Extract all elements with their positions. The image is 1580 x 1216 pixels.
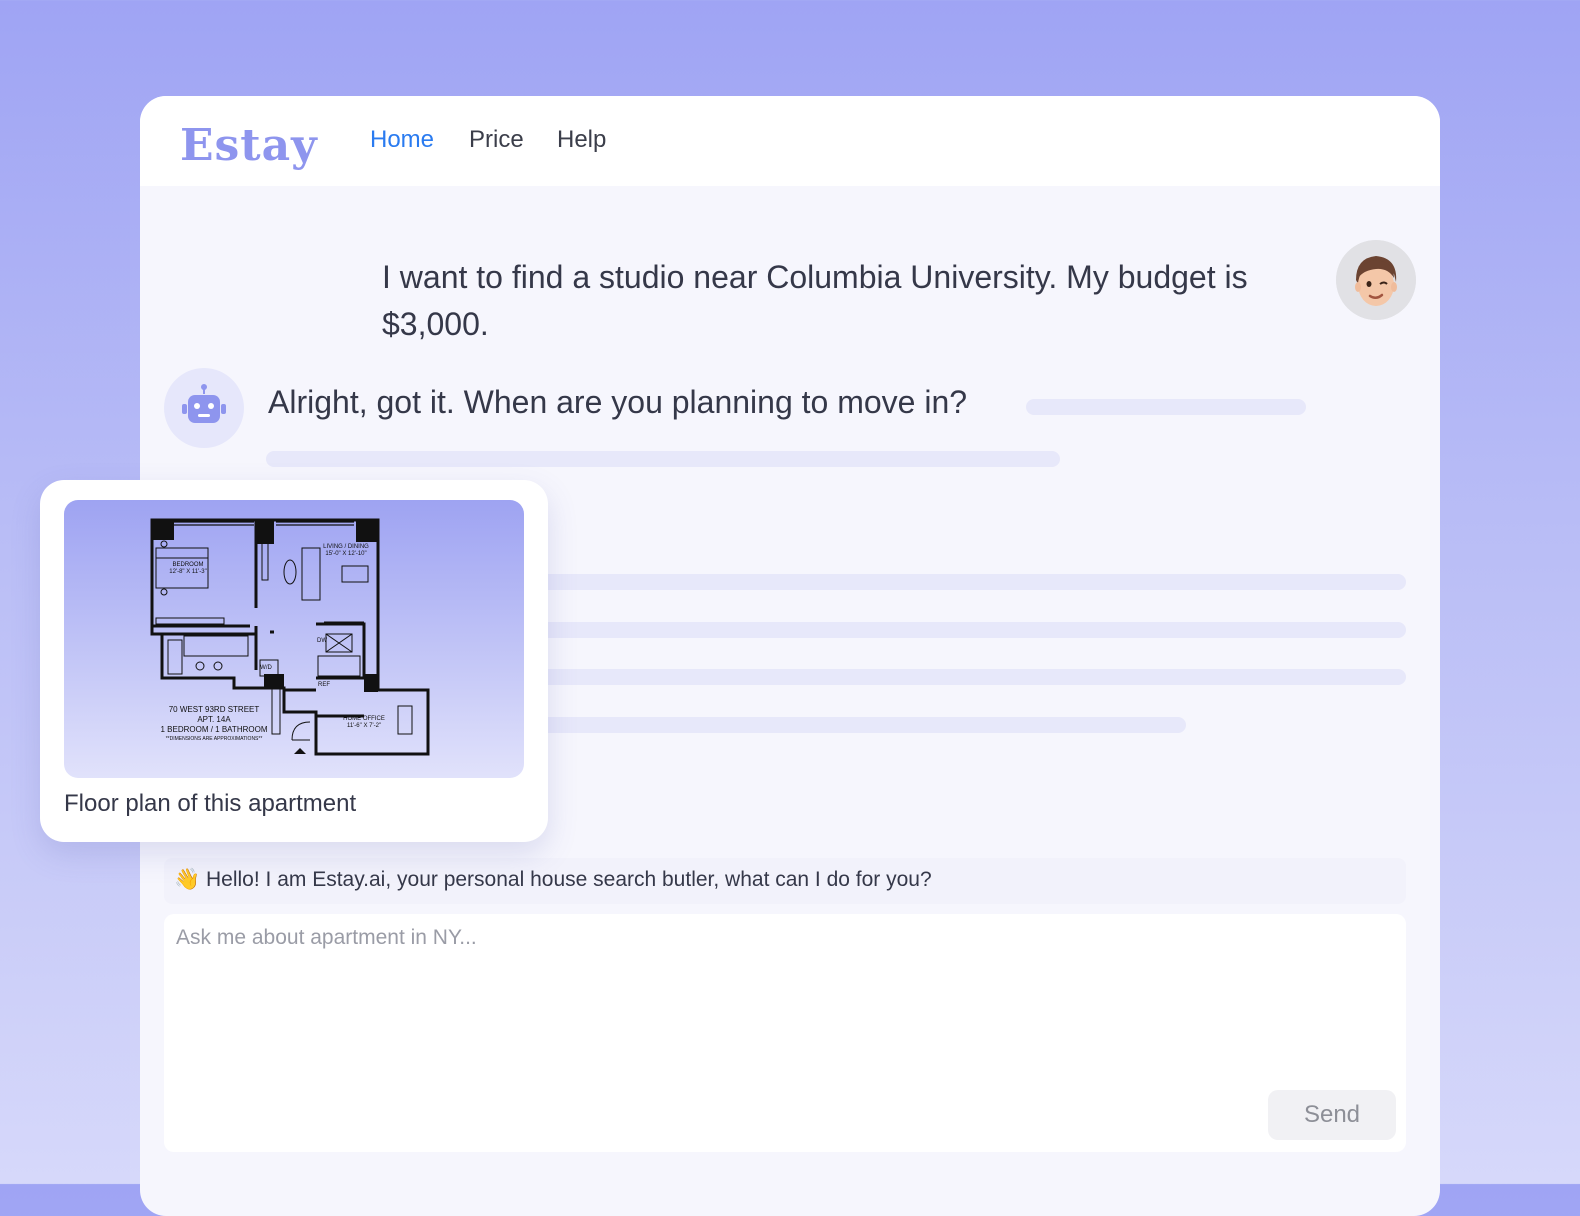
top-navbar: Estay Home Price Help [140, 96, 1440, 186]
wd-label: W/D [260, 665, 272, 671]
dw-label: DW [317, 638, 327, 644]
address-label: 70 WEST 93RD STREET [169, 705, 260, 714]
user-avatar [1336, 240, 1416, 320]
floor-plan-image[interactable]: BEDROOM 12'-8" X 11'-3" LIVING / DINING … [64, 500, 524, 778]
apt-label: APT. 14A [197, 715, 231, 724]
bedroom-dims: 12'-8" X 11'-3" [169, 569, 206, 575]
estay-logo[interactable]: Estay [180, 120, 318, 171]
greeting-text: 👋 Hello! I am Estay.ai, your personal ho… [174, 868, 932, 892]
nav-price[interactable]: Price [469, 126, 524, 154]
nav-home[interactable]: Home [370, 126, 434, 154]
dimensions-note: **DIMENSIONS ARE APPROXIMATIONS** [166, 736, 263, 742]
skeleton-line [520, 669, 1406, 685]
bot-avatar [164, 368, 244, 448]
bedroom-label: BEDROOM [172, 562, 203, 568]
ref-label: REF [318, 682, 330, 688]
office-dims: 11'-6" X 7'-2" [347, 723, 381, 729]
user-message: I want to find a studio near Columbia Un… [382, 259, 1248, 342]
skeleton-line [1026, 399, 1306, 415]
send-button[interactable]: Send [1268, 1090, 1396, 1140]
greeting-bar: 👋 Hello! I am Estay.ai, your personal ho… [164, 858, 1406, 904]
robot-icon [182, 384, 226, 423]
nav-help[interactable]: Help [557, 126, 606, 154]
office-label: HOME OFFICE [343, 716, 385, 722]
skeleton-line [266, 451, 1060, 467]
skeleton-line [520, 574, 1406, 590]
floor-plan-caption: Floor plan of this apartment [64, 790, 357, 817]
bot-message: Alright, got it. When are you planning t… [268, 384, 968, 420]
skeleton-line [520, 622, 1406, 638]
living-dims: 15'-0" X 12'-10" [325, 551, 366, 557]
greeting-message: Hello! I am Estay.ai, your personal hous… [206, 868, 932, 891]
composer: Send [164, 914, 1406, 1152]
skeleton-line [520, 717, 1186, 733]
waving-hand-icon: 👋 [174, 868, 201, 891]
living-label: LIVING / DINING [323, 544, 369, 550]
floor-plan-card[interactable]: BEDROOM 12'-8" X 11'-3" LIVING / DINING … [40, 480, 548, 842]
layout-label: 1 BEDROOM / 1 BATHROOM [161, 725, 268, 734]
chat-input[interactable] [164, 914, 1406, 1152]
